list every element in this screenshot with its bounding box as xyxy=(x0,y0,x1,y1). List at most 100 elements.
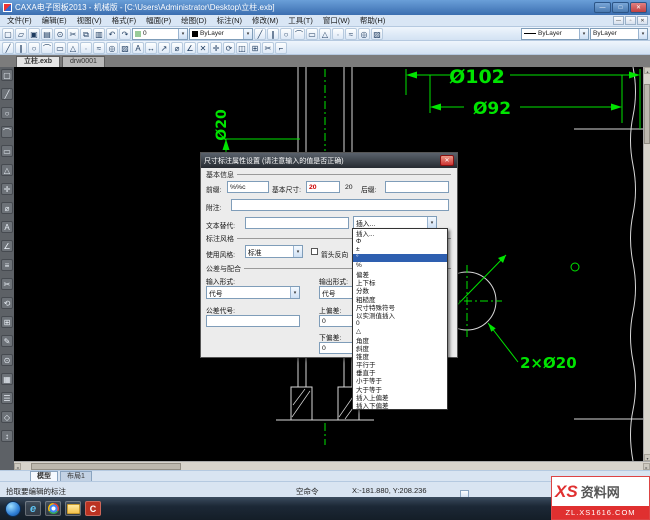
pan-tool-icon[interactable]: ↕ xyxy=(1,430,13,442)
angle-tool-icon[interactable]: ∠ xyxy=(1,240,13,252)
horizontal-scrollbar[interactable]: ◂ ▸ xyxy=(14,461,650,470)
dropdown-item[interactable]: 锥度 xyxy=(353,352,447,360)
maximize-button[interactable]: □ xyxy=(612,2,629,13)
circle-icon[interactable]: ○ xyxy=(280,27,292,40)
trim-tool-icon[interactable]: ✂ xyxy=(1,278,13,290)
zoom-tool-icon[interactable]: ⊙ xyxy=(1,354,13,366)
layers-tool-icon[interactable]: ≡ xyxy=(1,259,13,271)
chamfer-icon[interactable]: ⌐ xyxy=(275,41,287,54)
close-button[interactable]: ✕ xyxy=(630,2,647,13)
dropdown-item[interactable]: 分数 xyxy=(353,286,447,294)
minimize-button[interactable]: — xyxy=(594,2,611,13)
caxa-icon[interactable]: C xyxy=(85,501,101,516)
note-input[interactable] xyxy=(231,199,449,211)
undo-tool-tool-icon[interactable]: ⟲ xyxy=(1,297,13,309)
rectangle-icon[interactable]: ▭ xyxy=(54,41,66,54)
layer-combo[interactable]: 0 xyxy=(132,27,188,40)
menu-item[interactable]: 幅面(P) xyxy=(141,15,176,27)
linewidth-combo[interactable]: ByLayer xyxy=(590,27,648,40)
dropdown-item[interactable]: 斜度 xyxy=(353,344,447,352)
plus-tool-icon[interactable]: ✛ xyxy=(1,183,13,195)
line-icon[interactable]: ╱ xyxy=(2,41,14,54)
dropdown-item[interactable]: % xyxy=(353,262,447,270)
menu-item[interactable]: 格式(F) xyxy=(107,15,142,27)
polygon-icon[interactable]: △ xyxy=(319,27,331,40)
chevron-down-icon[interactable] xyxy=(243,28,252,39)
linetype-combo[interactable]: ByLayer xyxy=(521,27,589,40)
undo-icon[interactable]: ↶ xyxy=(106,27,118,40)
list-tool-icon[interactable]: ☰ xyxy=(1,392,13,404)
space-tab[interactable]: 模型 xyxy=(30,471,58,481)
diameter-icon[interactable]: ⌀ xyxy=(171,41,183,54)
dimension-icon[interactable]: ↔ xyxy=(145,41,157,54)
chevron-down-icon[interactable] xyxy=(579,28,588,39)
edit-tool-icon[interactable]: ✎ xyxy=(1,335,13,347)
mdi-minimize-icon[interactable]: — xyxy=(613,16,624,25)
line-icon[interactable]: ╱ xyxy=(254,27,266,40)
circle-icon[interactable]: ○ xyxy=(28,41,40,54)
scroll-down-icon[interactable]: ▾ xyxy=(644,454,650,461)
text-tool-icon[interactable]: A xyxy=(1,221,13,233)
diameter-tool-icon[interactable]: ⌀ xyxy=(1,202,13,214)
menu-item[interactable]: 视图(V) xyxy=(72,15,107,27)
array-tool-icon[interactable]: ⊞ xyxy=(1,316,13,328)
text-replace-input[interactable] xyxy=(245,217,349,229)
circle-tool-icon[interactable]: ○ xyxy=(1,107,13,119)
mdi-restore-icon[interactable]: ▫ xyxy=(625,16,636,25)
use-style-combo[interactable]: 标准 xyxy=(245,245,303,258)
erase-icon[interactable]: ✕ xyxy=(197,41,209,54)
menu-item[interactable]: 编辑(E) xyxy=(37,15,72,27)
polygon-tool-icon[interactable]: △ xyxy=(1,164,13,176)
mdi-close-icon[interactable]: ✕ xyxy=(637,16,648,25)
suffix-input[interactable] xyxy=(385,181,449,193)
dialog-close-button[interactable]: ✕ xyxy=(440,155,454,166)
dropdown-item[interactable]: 粗糙度 xyxy=(353,295,447,303)
space-tab[interactable]: 布局1 xyxy=(60,471,92,481)
dropdown-item[interactable]: 大于等于 xyxy=(353,385,447,393)
vertical-scroll-thumb[interactable] xyxy=(644,84,650,144)
chevron-down-icon[interactable] xyxy=(178,28,187,39)
dropdown-item[interactable]: 小于等于 xyxy=(353,376,447,384)
prefix-input[interactable] xyxy=(227,181,269,193)
cut-icon[interactable]: ✂ xyxy=(67,27,79,40)
leader-icon[interactable]: ↗ xyxy=(158,41,170,54)
scroll-right-icon[interactable]: ▸ xyxy=(643,462,650,470)
paste-icon[interactable]: ▥ xyxy=(93,27,105,40)
input-form-combo[interactable]: 代号 xyxy=(206,286,300,299)
menu-item[interactable]: 标注(N) xyxy=(212,15,247,27)
ellipse-icon[interactable]: ◎ xyxy=(106,41,118,54)
point-icon[interactable]: ∙ xyxy=(80,41,92,54)
move-icon[interactable]: ✛ xyxy=(210,41,222,54)
color-combo[interactable]: ByLayer xyxy=(189,27,253,40)
dropdown-item[interactable]: 上下标 xyxy=(353,278,447,286)
rect-tool-icon[interactable]: ▭ xyxy=(1,145,13,157)
dropdown-item[interactable]: △ xyxy=(353,327,447,335)
rectangle-icon[interactable]: ▭ xyxy=(306,27,318,40)
ie-icon[interactable]: e xyxy=(25,501,41,516)
parallel-line-icon[interactable]: ∥ xyxy=(15,41,27,54)
dropdown-item[interactable]: 0 xyxy=(353,319,447,327)
dialog-titlebar[interactable]: 尺寸标注属性设置 (请注意输入的值是否正确) ✕ xyxy=(201,153,457,168)
hatch-icon[interactable]: ▨ xyxy=(371,27,383,40)
point-icon[interactable]: ∙ xyxy=(332,27,344,40)
dropdown-item[interactable]: 垂直于 xyxy=(353,368,447,376)
menu-item[interactable]: 工具(T) xyxy=(283,15,318,27)
dropdown-item[interactable]: ± xyxy=(353,245,447,253)
hatch-icon[interactable]: ▨ xyxy=(119,41,131,54)
copy-icon[interactable]: ⧉ xyxy=(80,27,92,40)
new-icon[interactable]: ▢ xyxy=(2,27,14,40)
save-icon[interactable]: ▣ xyxy=(28,27,40,40)
menu-item[interactable]: 窗口(W) xyxy=(318,15,355,27)
menu-item[interactable]: 修改(M) xyxy=(247,15,283,27)
open-icon[interactable]: ▱ xyxy=(15,27,27,40)
line-tool-icon[interactable]: ╱ xyxy=(1,88,13,100)
grid-tool-icon[interactable]: ▦ xyxy=(1,373,13,385)
arc-tool-icon[interactable]: ⌒ xyxy=(1,126,13,138)
spline-icon[interactable]: ≈ xyxy=(345,27,357,40)
menu-item[interactable]: 文件(F) xyxy=(2,15,37,27)
horizontal-scroll-thumb[interactable] xyxy=(31,462,181,470)
menu-item[interactable]: 绘图(D) xyxy=(176,15,211,27)
parallel-line-icon[interactable]: ∥ xyxy=(267,27,279,40)
arc-icon[interactable]: ⌒ xyxy=(41,41,53,54)
vertical-scrollbar[interactable]: ▴ ▾ xyxy=(643,67,650,461)
